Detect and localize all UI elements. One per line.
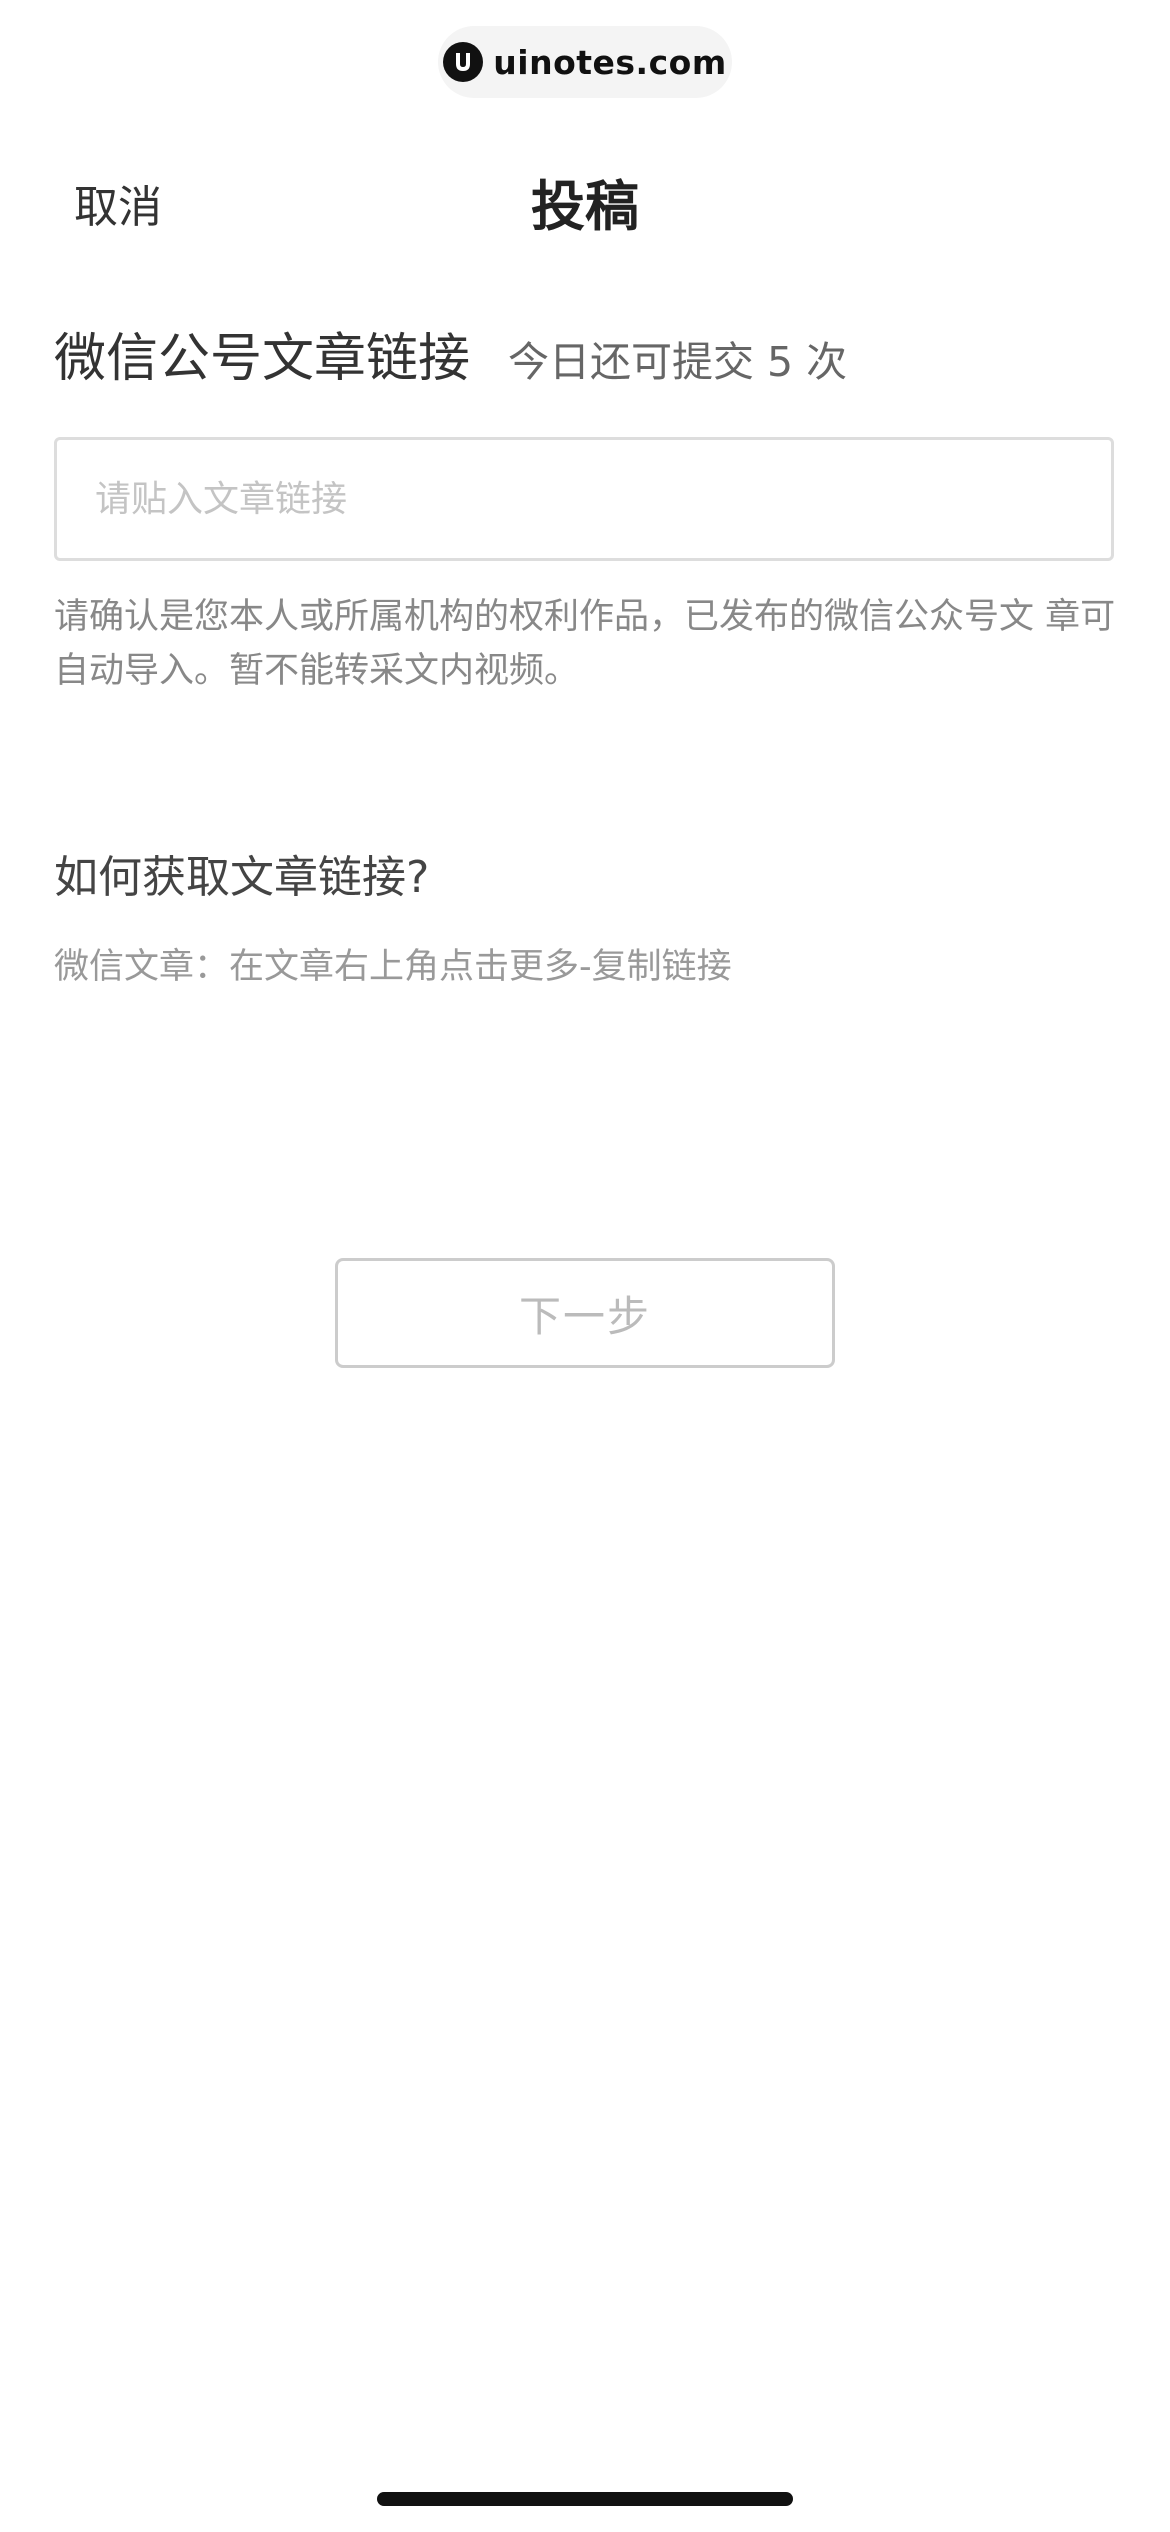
page-title: 投稿 (531, 175, 639, 238)
howto-description: 微信文章：在文章右上角点击更多-复制链接 (54, 947, 732, 987)
section-title: 微信公号文章链接 (54, 329, 471, 389)
copyright-notice: 请确认是您本人或所属机构的权利作品，已发布的微信公众号文 章可自动导入。暂不能转… (54, 597, 1116, 691)
article-link-input[interactable] (54, 437, 1114, 561)
howto-title: 如何获取文章链接? (54, 852, 430, 903)
uinotes-logo-icon (443, 42, 484, 82)
home-indicator[interactable] (377, 2492, 793, 2506)
next-step-button[interactable]: 下一步 (335, 1258, 835, 1368)
watermark-badge: uinotes.com (438, 26, 732, 98)
submission-quota: 今日还可提交 5 次 (508, 338, 848, 386)
section-heading: 微信公号文章链接 今日还可提交 5 次 (54, 326, 847, 395)
watermark-text: uinotes.com (493, 42, 727, 82)
cancel-button[interactable]: 取消 (74, 178, 162, 238)
